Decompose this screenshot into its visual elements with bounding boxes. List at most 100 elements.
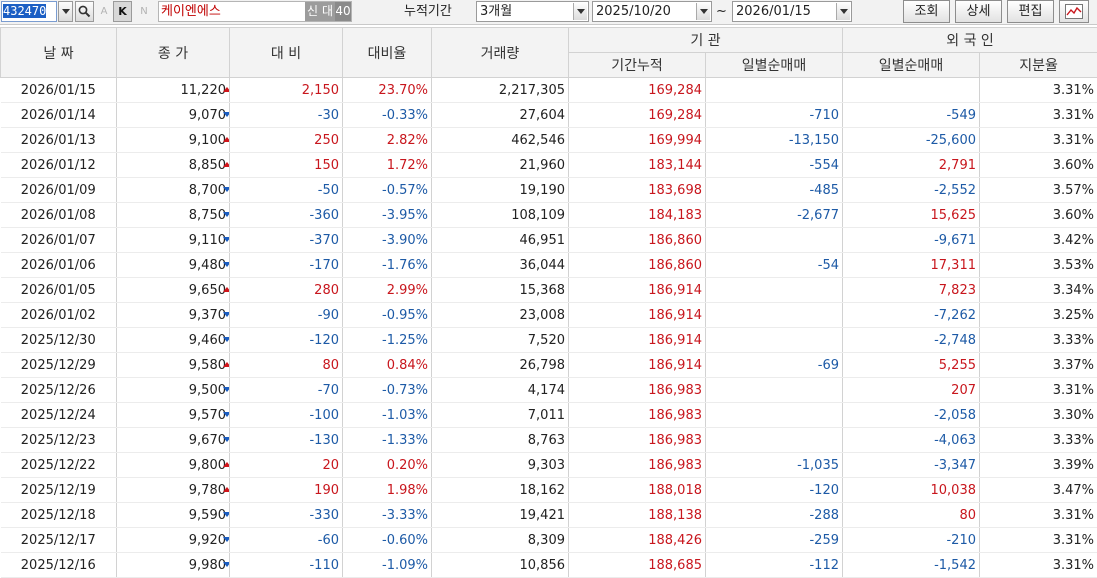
cell-close-value: 9,650 — [188, 282, 226, 298]
cell-foreign-share-value: 3.33% — [1052, 432, 1095, 448]
cell-change-value: -110 — [309, 557, 339, 573]
col-header-change-rate[interactable]: 대비율 — [342, 27, 432, 78]
cell-change-value: -330 — [309, 507, 339, 523]
table-row[interactable]: 2025/12/18 9,590 -330 -3.33% 19,421 188,138 -2… — [0, 502, 1097, 528]
cell-change-value: -130 — [309, 432, 339, 448]
period-select[interactable]: 3개월 — [476, 1, 589, 22]
col-header-close[interactable]: 종 가 — [116, 27, 230, 78]
cell-date: 2025/12/26 — [0, 377, 117, 403]
cell-inst-cumulative-value: 188,138 — [648, 507, 702, 523]
table-row[interactable]: 2025/12/23 9,670 -130 -1.33% 8,763 186,983 -4,… — [0, 427, 1097, 453]
table-row[interactable]: 2026/01/13 9,100 250 2.82% 462,546 169,994 -13… — [0, 127, 1097, 153]
code-dropdown-icon[interactable] — [58, 1, 73, 22]
col-header-foreign-share[interactable]: 지분율 — [978, 52, 1097, 78]
cell-close: 9,110 — [116, 227, 230, 253]
cell-foreign-share: 3.42% — [979, 227, 1097, 253]
col-header-inst-cumulative[interactable]: 기간누적 — [568, 52, 706, 78]
cell-foreign-share: 3.31% — [979, 127, 1097, 153]
cell-date: 2026/01/12 — [0, 152, 117, 178]
cell-change-value: -170 — [309, 257, 339, 273]
k-button[interactable]: K — [113, 1, 132, 22]
cell-date: 2026/01/08 — [0, 202, 117, 228]
cell-change: -120 — [229, 327, 343, 353]
cell-change-rate-value: -0.33% — [382, 107, 428, 123]
cell-foreign-daily: 5,255 — [842, 352, 980, 378]
cell-change: 280 — [229, 277, 343, 303]
cell-change-rate: 2.82% — [342, 127, 432, 153]
cell-volume-value: 7,520 — [527, 332, 565, 348]
stock-code-value[interactable]: 432470 — [3, 4, 47, 18]
triangle-up-icon — [223, 87, 229, 92]
filter-a-label[interactable]: A — [97, 1, 111, 22]
detail-button[interactable]: 상세 — [955, 0, 1002, 23]
cell-volume: 2,217,305 — [431, 77, 569, 103]
triangle-down-icon — [223, 512, 229, 517]
table-row[interactable]: 2026/01/09 8,700 -50 -0.57% 19,190 183,698 -48… — [0, 177, 1097, 203]
chart-icon[interactable] — [1059, 0, 1089, 23]
triangle-down-icon — [223, 562, 229, 567]
cell-close-value: 9,920 — [188, 532, 226, 548]
cell-inst-daily — [705, 277, 843, 303]
date-from-field[interactable]: 2025/10/20 — [592, 1, 712, 22]
cell-date: 2026/01/02 — [0, 302, 117, 328]
date-to-field[interactable]: 2026/01/15 — [732, 1, 852, 22]
cell-foreign-share: 3.33% — [979, 427, 1097, 453]
stock-code-input[interactable]: 432470 — [1, 1, 57, 22]
cell-inst-daily-value: -288 — [809, 507, 839, 523]
cell-inst-cumulative: 186,983 — [568, 427, 706, 453]
cell-foreign-daily: 80 — [842, 502, 980, 528]
cell-change-value: -360 — [309, 207, 339, 223]
table-row[interactable]: 2026/01/15 11,220 2,150 23.70% 2,217,305 169,… — [0, 77, 1097, 103]
col-group-institution: 기 관 — [568, 27, 843, 53]
cell-foreign-daily-value: 2,791 — [938, 157, 976, 173]
cell-change-value: 190 — [314, 482, 339, 498]
cell-change-value: 20 — [322, 457, 339, 473]
cell-inst-cumulative: 188,018 — [568, 477, 706, 503]
cell-volume-value: 21,960 — [519, 157, 566, 173]
cell-foreign-daily-value: -2,058 — [934, 407, 976, 423]
col-header-inst-daily[interactable]: 일별순매매 — [705, 52, 843, 78]
cell-change-rate: -1.33% — [342, 427, 432, 453]
table-row[interactable]: 2025/12/19 9,780 190 1.98% 18,162 188,018 -120… — [0, 477, 1097, 503]
cell-date-value: 2025/12/22 — [20, 457, 96, 473]
table-row[interactable]: 2026/01/08 8,750 -360 -3.95% 108,109 184,183 -… — [0, 202, 1097, 228]
cell-foreign-share-value: 3.31% — [1052, 132, 1095, 148]
cell-volume: 108,109 — [431, 202, 569, 228]
cell-volume: 462,546 — [431, 127, 569, 153]
col-header-change[interactable]: 대 비 — [229, 27, 343, 78]
cell-volume: 9,303 — [431, 452, 569, 478]
cell-close: 9,580 — [116, 352, 230, 378]
table-row[interactable]: 2025/12/22 9,800 20 0.20% 9,303 186,983 -1,035… — [0, 452, 1097, 478]
cell-change-rate: -1.03% — [342, 402, 432, 428]
table-row[interactable]: 2025/12/24 9,570 -100 -1.03% 7,011 186,983 -2,… — [0, 402, 1097, 428]
table-row[interactable]: 2026/01/14 9,070 -30 -0.33% 27,604 169,284 -71… — [0, 102, 1097, 128]
table-row[interactable]: 2025/12/16 9,980 -110 -1.09% 10,856 188,685 -1… — [0, 552, 1097, 578]
cell-inst-daily: -54 — [705, 252, 843, 278]
col-header-date[interactable]: 날 짜 — [0, 27, 117, 78]
calendar-dropdown-icon[interactable] — [836, 3, 850, 20]
cell-foreign-daily: -549 — [842, 102, 980, 128]
table-row[interactable]: 2026/01/07 9,110 -370 -3.90% 46,951 186,860 -9… — [0, 227, 1097, 253]
calendar-dropdown-icon[interactable] — [696, 3, 710, 20]
table-row[interactable]: 2026/01/02 9,370 -90 -0.95% 23,008 186,914 -7,… — [0, 302, 1097, 328]
table-row[interactable]: 2026/01/12 8,850 150 1.72% 21,960 183,144 -554… — [0, 152, 1097, 178]
filter-n-label[interactable]: N — [137, 1, 151, 22]
col-header-foreign-daily[interactable]: 일별순매매 — [842, 52, 980, 78]
cell-change-rate-value: -3.33% — [382, 507, 428, 523]
table-row[interactable]: 2026/01/05 9,650 280 2.99% 15,368 186,914 7,82… — [0, 277, 1097, 303]
cell-inst-daily — [705, 402, 843, 428]
cell-inst-cumulative: 186,983 — [568, 402, 706, 428]
cell-change-rate: -0.60% — [342, 527, 432, 553]
table-row[interactable]: 2025/12/26 9,500 -70 -0.73% 4,174 186,983 207 3… — [0, 377, 1097, 403]
col-header-volume[interactable]: 거래량 — [431, 27, 569, 78]
table-row[interactable]: 2025/12/30 9,460 -120 -1.25% 7,520 186,914 -2,… — [0, 327, 1097, 353]
table-row[interactable]: 2025/12/17 9,920 -60 -0.60% 8,309 188,426 -259… — [0, 527, 1097, 553]
edit-button[interactable]: 편집 — [1007, 0, 1054, 23]
magnifier-icon[interactable] — [75, 1, 94, 22]
chevron-down-icon[interactable] — [573, 3, 587, 20]
cell-close: 9,100 — [116, 127, 230, 153]
query-button[interactable]: 조회 — [903, 0, 950, 23]
table-row[interactable]: 2025/12/29 9,580 80 0.84% 26,798 186,914 -69 5,… — [0, 352, 1097, 378]
range-separator: ~ — [716, 4, 727, 19]
table-row[interactable]: 2026/01/06 9,480 -170 -1.76% 36,044 186,860 -5… — [0, 252, 1097, 278]
